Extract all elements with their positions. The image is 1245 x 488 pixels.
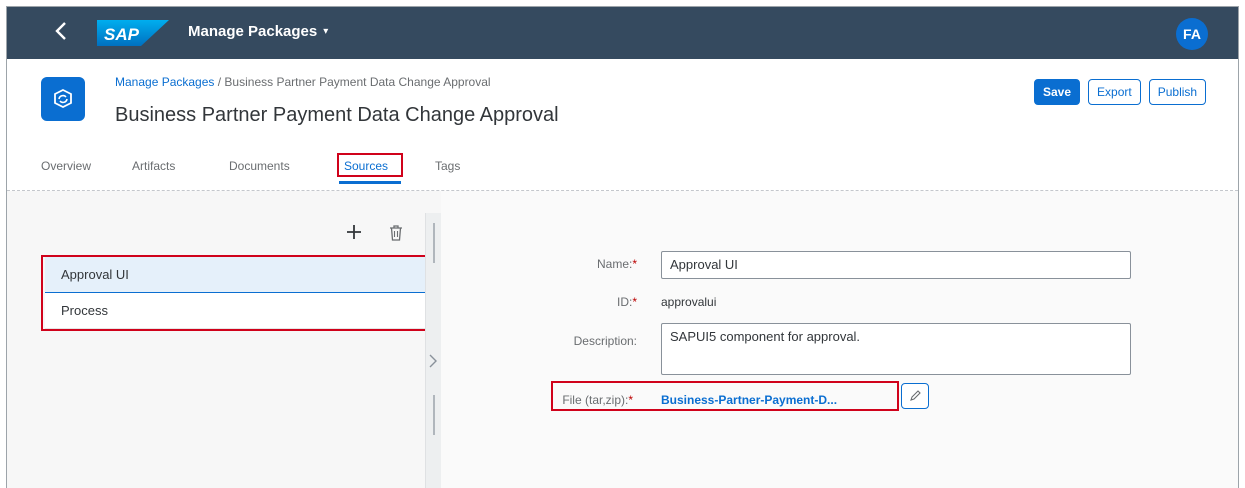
tab-tags[interactable]: Tags xyxy=(435,159,460,173)
tab-bar: Overview Artifacts Documents Sources Tag… xyxy=(7,153,1238,191)
add-icon xyxy=(347,225,361,239)
sources-content: Approval UI Process Name:* Approval UI I… xyxy=(7,191,1238,488)
id-value: approvalui xyxy=(661,295,717,309)
sources-list-highlight xyxy=(41,255,431,331)
delete-source-button[interactable] xyxy=(389,225,403,246)
user-avatar[interactable]: FA xyxy=(1176,18,1208,50)
tab-documents[interactable]: Documents xyxy=(229,159,290,173)
name-label: Name:* xyxy=(437,257,637,271)
id-label-text: ID: xyxy=(616,295,633,309)
source-detail-form: Name:* Approval UI ID:* approvalui Descr… xyxy=(441,191,1238,488)
breadcrumb-current: Business Partner Payment Data Change App… xyxy=(224,75,491,89)
name-label-text: Name: xyxy=(596,257,633,271)
caret-down-icon: ▾ xyxy=(323,26,329,37)
sources-list-panel: Approval UI Process xyxy=(7,191,431,488)
name-field[interactable]: Approval UI xyxy=(661,251,1131,279)
page-title: Business Partner Payment Data Change App… xyxy=(115,104,559,126)
tab-artifacts[interactable]: Artifacts xyxy=(132,159,175,173)
back-button[interactable] xyxy=(49,21,73,45)
edit-file-button[interactable] xyxy=(901,383,929,409)
panel-splitter[interactable] xyxy=(425,213,441,488)
save-button[interactable]: Save xyxy=(1034,79,1081,105)
id-label: ID:* xyxy=(437,295,637,309)
package-icon xyxy=(41,77,85,121)
description-field[interactable]: SAPUI5 component for approval. xyxy=(661,323,1131,375)
breadcrumb-link-manage-packages[interactable]: Manage Packages xyxy=(115,75,214,89)
app-title-menu[interactable]: Manage Packages ▾ xyxy=(188,23,328,40)
delete-icon xyxy=(390,225,402,241)
edit-icon xyxy=(910,390,921,401)
active-tab-indicator xyxy=(339,181,401,184)
publish-button[interactable]: Publish xyxy=(1148,79,1207,105)
sap-logo[interactable]: SAP xyxy=(97,20,169,46)
name-required-mark: * xyxy=(632,257,637,271)
chevron-right-icon[interactable] xyxy=(428,353,438,372)
breadcrumb: Manage Packages / Business Partner Payme… xyxy=(115,75,491,89)
description-label: Description: xyxy=(573,334,637,348)
add-source-button[interactable] xyxy=(345,221,363,247)
file-row-highlight xyxy=(551,381,899,411)
app-frame: SAP Manage Packages ▾ FA Manage Packages… xyxy=(6,6,1239,488)
export-button[interactable]: Export xyxy=(1088,79,1141,105)
sap-logo-text: SAP xyxy=(104,25,140,44)
chevron-left-icon xyxy=(55,22,66,40)
shell-bar: SAP Manage Packages ▾ FA xyxy=(7,7,1238,59)
splitter-grip-top xyxy=(433,223,435,263)
breadcrumb-separator: / xyxy=(214,75,225,89)
app-title: Manage Packages xyxy=(188,23,318,40)
tab-overview[interactable]: Overview xyxy=(41,159,91,173)
header-actions: Save Export Publish xyxy=(1034,79,1207,105)
id-required-mark: * xyxy=(632,295,637,309)
sources-tab-highlight xyxy=(337,153,403,177)
